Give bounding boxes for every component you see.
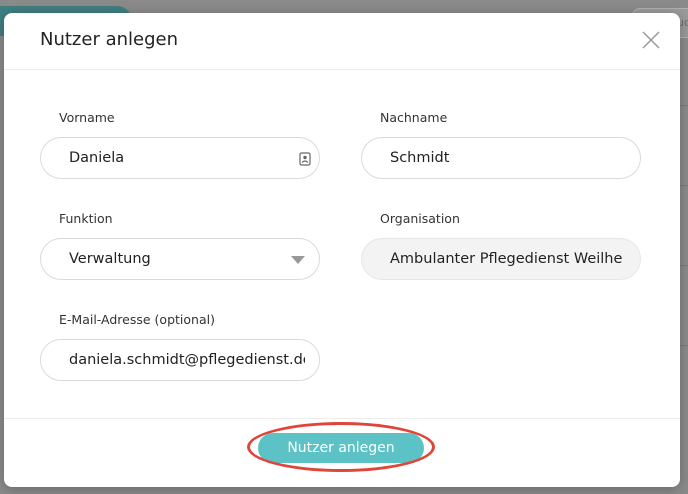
background-divider [680,105,688,106]
create-user-button[interactable]: Nutzer anlegen [258,433,424,463]
modal-title: Nutzer anlegen [40,29,178,50]
email-input[interactable]: daniela.schmidt@pflegedienst.de [40,339,320,381]
last-name-field: Nachname Schmidt [361,110,641,179]
function-select[interactable]: Verwaltung [40,238,320,280]
organisation-input: Ambulanter Pflegedienst Weilhe [361,238,641,280]
function-field: Funktion Verwaltung [40,211,320,280]
last-name-label: Nachname [380,110,448,125]
modal-footer: Nutzer anlegen [4,418,680,487]
contact-card-icon[interactable] [299,152,311,166]
close-icon [642,31,660,49]
function-label: Funktion [59,211,113,226]
caret-down-icon[interactable] [291,255,305,265]
organisation-label: Organisation [380,211,460,226]
modal-header: Nutzer anlegen [4,13,680,70]
email-field: E-Mail-Adresse (optional) daniela.schmid… [40,312,320,381]
organisation-value: Ambulanter Pflegedienst Weilhe [390,251,623,267]
background-divider [680,185,688,186]
first-name-field: Vorname Daniela [40,110,320,179]
email-label: E-Mail-Adresse (optional) [59,312,215,327]
email-value: daniela.schmidt@pflegedienst.de [69,352,305,368]
last-name-input[interactable]: Schmidt [361,137,641,179]
function-value: Verwaltung [69,251,151,267]
first-name-value: Daniela [69,150,125,166]
create-user-modal: Nutzer anlegen Vorname Daniela Nachname … [4,13,680,487]
background-divider [680,265,688,266]
first-name-input[interactable]: Daniela [40,137,320,179]
first-name-label: Vorname [59,110,115,125]
close-button[interactable] [640,29,662,51]
background-divider [680,345,688,346]
last-name-value: Schmidt [390,150,450,166]
organisation-field: Organisation Ambulanter Pflegedienst Wei… [361,211,641,280]
